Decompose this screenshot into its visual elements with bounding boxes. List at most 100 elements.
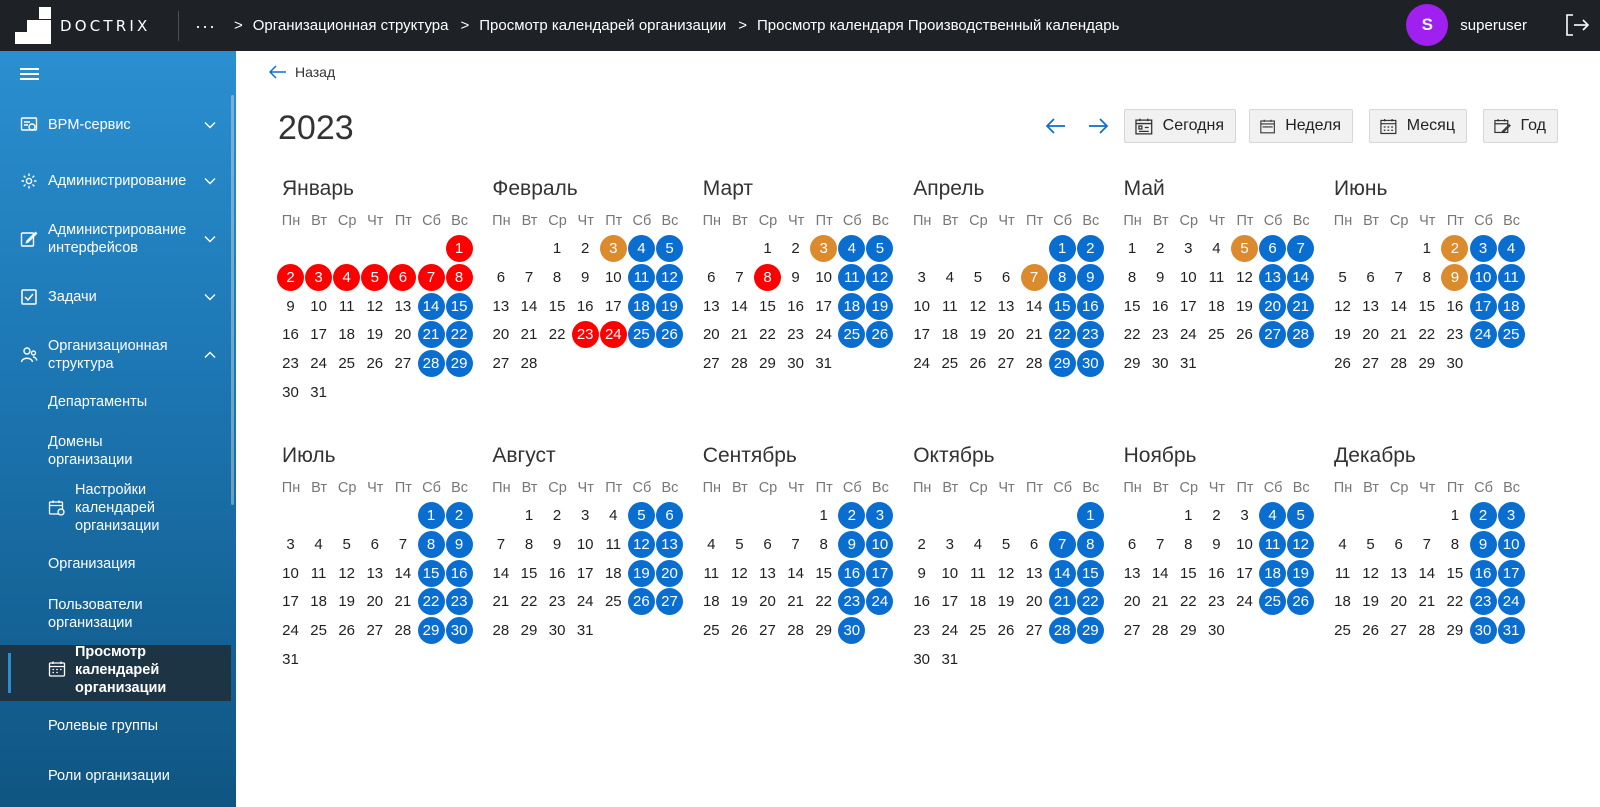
calendar-day[interactable]: 25 (964, 617, 991, 644)
calendar-day[interactable]: 7 (1385, 264, 1412, 291)
calendar-day[interactable]: 18 (936, 321, 963, 348)
calendar-day[interactable]: 23 (1203, 588, 1230, 615)
calendar-day[interactable]: 14 (389, 560, 416, 587)
calendar-day[interactable]: 22 (445, 321, 473, 349)
calendar-day[interactable]: 15 (1413, 293, 1440, 320)
calendar-day[interactable]: 18 (838, 292, 866, 320)
calendar-day[interactable]: 19 (361, 321, 388, 348)
calendar-day[interactable]: 5 (1357, 531, 1384, 558)
calendar-day[interactable]: 9 (572, 264, 599, 291)
calendar-day[interactable]: 25 (1329, 617, 1356, 644)
calendar-day[interactable]: 24 (599, 321, 627, 349)
calendar-day[interactable]: 29 (515, 617, 542, 644)
calendar-day[interactable]: 28 (782, 617, 809, 644)
calendar-day[interactable]: 13 (698, 293, 725, 320)
calendar-day[interactable]: 12 (1231, 264, 1258, 291)
calendar-day[interactable]: 23 (1469, 588, 1497, 616)
calendar-day[interactable]: 20 (1357, 321, 1384, 348)
calendar-day[interactable]: 29 (1076, 617, 1104, 645)
calendar-day[interactable]: 27 (389, 350, 416, 377)
calendar-day[interactable]: 28 (417, 350, 445, 378)
calendar-day[interactable]: 21 (1021, 321, 1048, 348)
calendar-day[interactable]: 23 (838, 588, 866, 616)
sidebar-item-org-structure[interactable]: Организационная структура (0, 335, 231, 375)
calendar-day[interactable]: 25 (1203, 321, 1230, 348)
calendar-day[interactable]: 11 (838, 263, 866, 291)
calendar-day[interactable]: 23 (1147, 321, 1174, 348)
calendar-day[interactable]: 23 (445, 588, 473, 616)
calendar-day[interactable]: 5 (361, 263, 389, 291)
calendar-day[interactable]: 24 (866, 588, 894, 616)
calendar-day[interactable]: 18 (305, 588, 332, 615)
calendar-day[interactable]: 28 (1048, 617, 1076, 645)
calendar-day[interactable]: 5 (866, 235, 894, 262)
calendar-day[interactable]: 8 (1413, 264, 1440, 291)
calendar-day[interactable]: 26 (655, 321, 683, 349)
calendar-day[interactable]: 29 (445, 350, 473, 378)
calendar-day[interactable]: 13 (1385, 560, 1412, 587)
calendar-day[interactable]: 26 (992, 617, 1019, 644)
calendar-day[interactable]: 11 (627, 263, 655, 291)
calendar-day[interactable]: 13 (655, 530, 683, 558)
calendar-day[interactable]: 21 (515, 321, 542, 348)
calendar-day[interactable]: 18 (1497, 292, 1525, 320)
calendar-day[interactable]: 6 (655, 502, 683, 529)
logo[interactable]: DOCTRIX (0, 0, 178, 51)
calendar-day[interactable]: 1 (1175, 502, 1202, 529)
calendar-day[interactable]: 22 (1413, 321, 1440, 348)
calendar-day[interactable]: 24 (936, 617, 963, 644)
calendar-day[interactable]: 24 (572, 588, 599, 615)
calendar-day[interactable]: 13 (1357, 293, 1384, 320)
calendar-day[interactable]: 7 (1020, 263, 1048, 291)
calendar-day[interactable]: 17 (277, 588, 304, 615)
calendar-day[interactable]: 19 (1329, 321, 1356, 348)
calendar-day[interactable]: 8 (753, 263, 781, 291)
calendar-day[interactable]: 25 (838, 321, 866, 349)
calendar-day[interactable]: 25 (936, 350, 963, 377)
calendar-day[interactable]: 30 (1076, 350, 1104, 378)
calendar-day[interactable]: 25 (1259, 588, 1287, 616)
calendar-day[interactable]: 15 (1076, 559, 1104, 587)
calendar-day[interactable]: 22 (515, 588, 542, 615)
calendar-day[interactable]: 1 (417, 502, 445, 529)
calendar-day[interactable]: 18 (964, 588, 991, 615)
calendar-day[interactable]: 22 (1119, 321, 1146, 348)
calendar-day[interactable]: 15 (1119, 293, 1146, 320)
calendar-day[interactable]: 14 (1385, 293, 1412, 320)
calendar-day[interactable]: 14 (782, 560, 809, 587)
calendar-day[interactable]: 5 (1230, 235, 1258, 262)
calendar-day[interactable]: 10 (1175, 264, 1202, 291)
calendar-day[interactable]: 4 (698, 531, 725, 558)
calendar-day[interactable]: 24 (305, 350, 332, 377)
calendar-day[interactable]: 16 (1203, 560, 1230, 587)
calendar-day[interactable]: 25 (627, 321, 655, 349)
year-button[interactable]: Год (1483, 109, 1558, 143)
calendar-day[interactable]: 28 (726, 350, 753, 377)
calendar-day[interactable]: 27 (361, 617, 388, 644)
calendar-day[interactable]: 24 (1497, 588, 1525, 616)
calendar-day[interactable]: 14 (487, 560, 514, 587)
calendar-day[interactable]: 21 (1147, 588, 1174, 615)
avatar[interactable]: S (1406, 4, 1449, 46)
calendar-day[interactable]: 12 (655, 263, 683, 291)
calendar-day[interactable]: 2 (544, 502, 571, 529)
calendar-day[interactable]: 4 (1203, 235, 1230, 262)
calendar-day[interactable]: 3 (305, 263, 333, 291)
calendar-day[interactable]: 3 (1497, 502, 1525, 529)
calendar-day[interactable]: 28 (1287, 321, 1315, 349)
calendar-day[interactable]: 27 (698, 350, 725, 377)
calendar-day[interactable]: 20 (361, 588, 388, 615)
calendar-day[interactable]: 15 (810, 560, 837, 587)
calendar-day[interactable]: 7 (1287, 235, 1315, 262)
calendar-day[interactable]: 19 (333, 588, 360, 615)
calendar-day[interactable]: 19 (992, 588, 1019, 615)
calendar-day[interactable]: 21 (389, 588, 416, 615)
calendar-day[interactable]: 26 (1329, 350, 1356, 377)
month-button[interactable]: Месяц (1369, 109, 1467, 143)
calendar-day[interactable]: 16 (1147, 293, 1174, 320)
calendar-day[interactable]: 26 (964, 350, 991, 377)
calendar-day[interactable]: 13 (487, 293, 514, 320)
calendar-day[interactable]: 4 (333, 263, 361, 291)
calendar-day[interactable]: 19 (1287, 559, 1315, 587)
calendar-day[interactable]: 10 (572, 531, 599, 558)
